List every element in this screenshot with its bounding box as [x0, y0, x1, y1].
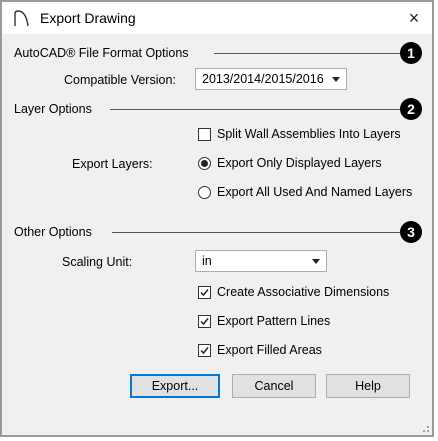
filled-areas-checkbox-box[interactable] [198, 344, 211, 357]
filled-areas-checkbox[interactable]: Export Filled Areas [198, 342, 368, 360]
filled-areas-label: Export Filled Areas [217, 343, 322, 357]
layer-section-label: Layer Options [14, 102, 92, 116]
radio-all-label: Export All Used And Named Layers [217, 185, 413, 199]
compatible-version-value: 2013/2014/2015/2016 [202, 72, 324, 86]
layer-section-divider [110, 109, 400, 110]
scaling-unit-select[interactable]: in [195, 250, 327, 272]
radio-export-all-layers[interactable]: Export All Used And Named Layers [198, 184, 428, 202]
window-title: Export Drawing [40, 10, 136, 26]
other-section-label: Other Options [14, 225, 92, 239]
close-button[interactable]: × [402, 6, 426, 30]
pattern-lines-checkbox-box[interactable] [198, 315, 211, 328]
other-section-divider [112, 232, 400, 233]
title-bar: Export Drawing × [2, 2, 432, 34]
app-icon [14, 10, 29, 27]
resize-grip-icon[interactable] [420, 423, 430, 433]
radio-displayed-button[interactable] [198, 157, 211, 170]
help-button[interactable]: Help [326, 374, 410, 398]
split-wall-checkbox[interactable]: Split Wall Assemblies Into Layers [198, 126, 423, 144]
scaling-unit-label: Scaling Unit: [62, 255, 133, 269]
checkmark-icon [200, 289, 209, 297]
callout-badge-1: 1 [400, 42, 422, 64]
radio-export-displayed-layers[interactable]: Export Only Displayed Layers [198, 155, 408, 173]
scaling-unit-value: in [202, 254, 212, 268]
split-wall-checkbox-box[interactable] [198, 128, 211, 141]
chevron-down-icon [332, 77, 340, 82]
autocad-section-divider [214, 53, 400, 54]
split-wall-label: Split Wall Assemblies Into Layers [217, 127, 401, 141]
cancel-button[interactable]: Cancel [232, 374, 316, 398]
export-button[interactable]: Export... [130, 374, 220, 398]
pattern-lines-checkbox[interactable]: Export Pattern Lines [198, 313, 368, 331]
close-icon: × [408, 8, 420, 28]
chevron-down-icon [312, 259, 320, 264]
compatible-version-label: Compatible Version: [64, 73, 176, 87]
pattern-lines-label: Export Pattern Lines [217, 314, 331, 328]
export-drawing-dialog: Export Drawing × AutoCAD® File Format Op… [0, 0, 434, 437]
autocad-section-label: AutoCAD® File Format Options [14, 46, 189, 60]
checkmark-icon [200, 318, 209, 326]
compatible-version-select[interactable]: 2013/2014/2015/2016 [195, 68, 347, 90]
export-layers-label: Export Layers: [72, 157, 153, 171]
callout-badge-3: 3 [400, 221, 422, 243]
assoc-dimensions-checkbox-box[interactable] [198, 286, 211, 299]
callout-badge-2: 2 [400, 98, 422, 120]
assoc-dimensions-label: Create Associative Dimensions [217, 285, 390, 299]
radio-selected-dot [201, 160, 208, 167]
assoc-dimensions-checkbox[interactable]: Create Associative Dimensions [198, 284, 418, 302]
radio-all-button[interactable] [198, 186, 211, 199]
radio-displayed-label: Export Only Displayed Layers [217, 156, 382, 170]
checkmark-icon [200, 347, 209, 355]
